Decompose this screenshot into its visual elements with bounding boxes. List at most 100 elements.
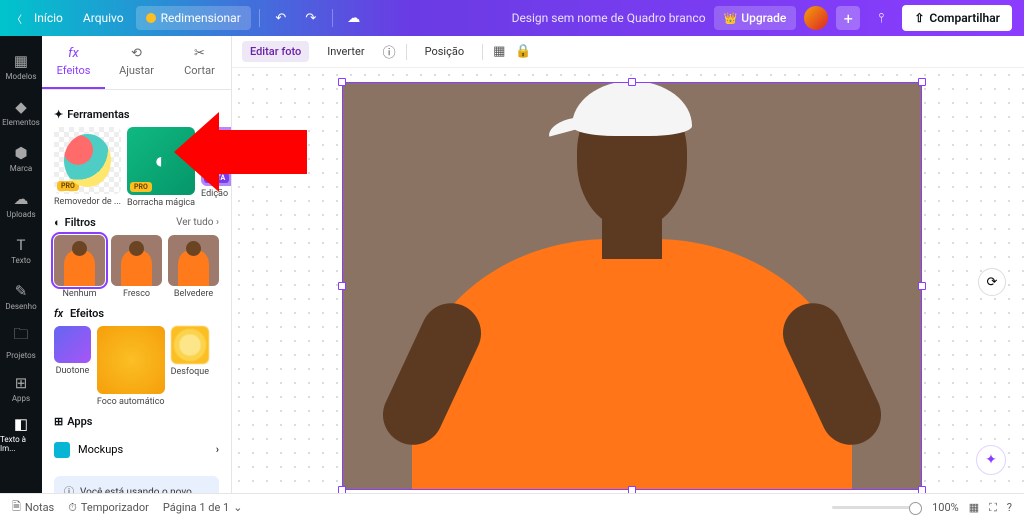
annotation-arrow xyxy=(212,130,307,174)
apps-icon: ⊞ xyxy=(54,415,63,428)
iconbar-label: Apps xyxy=(12,394,30,403)
resize-handle[interactable] xyxy=(628,486,636,493)
image-selection[interactable] xyxy=(342,82,922,490)
lock-icon[interactable]: 🔒 xyxy=(515,44,531,59)
info-icon: ⓘ xyxy=(64,486,74,493)
iconbar-uploads[interactable]: ☁ Uploads xyxy=(0,182,42,226)
design-title[interactable]: Design sem nome de Quadro branco xyxy=(512,11,706,25)
mockups-label: Mockups xyxy=(78,443,123,456)
cloud-sync-icon: ☁ xyxy=(341,5,367,31)
timer-button[interactable]: ⏱ Temporizador xyxy=(68,501,149,515)
tool-label: Removedor de ... xyxy=(54,197,121,207)
fullscreen-icon[interactable]: ⛶ xyxy=(989,501,997,515)
filters-title: Filtros xyxy=(65,216,96,229)
iconbar-icon: ☁ xyxy=(14,190,29,208)
resize-handle[interactable] xyxy=(918,486,926,493)
mockups-app[interactable]: Mockups › xyxy=(54,434,219,466)
transparency-icon[interactable]: ▦ xyxy=(493,44,505,59)
effect-label: Desfoque xyxy=(171,367,209,377)
resize-handle[interactable] xyxy=(628,78,636,86)
iconbar-icon: ◧ xyxy=(14,415,28,433)
upgrade-button[interactable]: Upgrade xyxy=(714,6,797,30)
iconbar-icon: ◆ xyxy=(15,98,27,116)
upgrade-label: Upgrade xyxy=(741,11,786,25)
tool-label: Borracha mágica xyxy=(127,198,195,208)
iconbar-texto[interactable]: TTexto xyxy=(0,228,42,272)
iconbar-elementos[interactable]: ◆ Elementos xyxy=(0,90,42,134)
fx-icon: fx xyxy=(54,307,63,320)
file-label: Arquivo xyxy=(83,11,124,25)
file-menu[interactable]: Arquivo xyxy=(75,6,132,30)
notes-button[interactable]: 🗎 Notas xyxy=(12,498,54,517)
redo-icon[interactable]: ↷ xyxy=(298,5,324,31)
chevron-right-icon: › xyxy=(216,443,219,456)
zoom-slider[interactable] xyxy=(832,506,922,509)
effect-desfoque[interactable]: Desfoque xyxy=(171,326,209,407)
effect-foco-automático[interactable]: Foco automático xyxy=(97,326,165,407)
iconbar-apps[interactable]: ⊞ Apps xyxy=(0,366,42,410)
iconbar-texto à im...[interactable]: ◧Texto à Im... xyxy=(0,412,42,456)
editor-notice: ⓘ Você está usando o novo editor de foto… xyxy=(54,476,219,493)
page-indicator[interactable]: Página 1 de 1 ⌄ xyxy=(163,501,243,514)
mockups-icon xyxy=(54,442,70,458)
iconbar-icon: ⬢ xyxy=(14,144,27,162)
undo-icon[interactable]: ↶ xyxy=(268,5,294,31)
iconbar-projetos[interactable]: 🗀Projetos xyxy=(0,320,42,364)
zoom-value[interactable]: 100% xyxy=(932,501,959,514)
share-button[interactable]: ⇧ Compartilhar xyxy=(902,5,1012,31)
effect-thumb xyxy=(54,326,91,363)
badge: PRO xyxy=(130,182,152,192)
iconbar-label: Projetos xyxy=(6,351,36,360)
help-icon[interactable]: ? xyxy=(1007,501,1012,514)
sparkle-icon: ✦ xyxy=(54,108,63,121)
canvas[interactable]: ⟳ ✦ xyxy=(232,68,1024,493)
avatar[interactable] xyxy=(804,6,828,30)
filter-belvedere[interactable]: Belvedere xyxy=(168,235,219,299)
resize-handle[interactable] xyxy=(918,78,926,86)
comment-button[interactable]: ⟳ xyxy=(978,268,1006,296)
effects-title: Efeitos xyxy=(70,307,104,320)
home-menu[interactable]: Início xyxy=(26,6,71,30)
iconbar-icon: ⊞ xyxy=(15,374,28,392)
filter-thumb xyxy=(111,235,162,286)
resize-handle[interactable] xyxy=(918,282,926,290)
iconbar-label: Elementos xyxy=(2,118,40,127)
iconbar-label: Uploads xyxy=(6,210,35,219)
position-button[interactable]: Posição xyxy=(417,41,473,62)
resize-button[interactable]: Redimensionar xyxy=(136,6,251,30)
iconbar-modelos[interactable]: ▦Modelos xyxy=(0,44,42,88)
panel-tab-ajustar[interactable]: ⟲Ajustar xyxy=(105,36,168,89)
tools-title: Ferramentas xyxy=(67,108,129,121)
iconbar-marca[interactable]: ⬢ Marca xyxy=(0,136,42,180)
iconbar-label: Marca xyxy=(10,164,33,173)
effect-thumb xyxy=(171,326,209,364)
tool-thumb: PRO xyxy=(54,127,121,194)
filter-nenhum[interactable]: Nenhum xyxy=(54,235,105,299)
tab-icon: fx xyxy=(68,46,79,61)
chevron-left-icon[interactable]: 〈 xyxy=(12,11,22,26)
info-icon[interactable]: ⓘ xyxy=(383,42,396,61)
iconbar-desenho[interactable]: ✎Desenho xyxy=(0,274,42,318)
add-member-button[interactable]: + xyxy=(836,6,860,30)
tool-removedor-de-[interactable]: PRO Removedor de ... xyxy=(54,127,121,208)
iconbar-icon: T xyxy=(17,236,26,254)
filter-fresco[interactable]: Fresco xyxy=(111,235,162,299)
edit-photo-button[interactable]: Editar foto xyxy=(242,41,309,62)
panel-tab-cortar[interactable]: ✂Cortar xyxy=(168,36,231,89)
photo-content xyxy=(343,83,921,489)
share-label: Compartilhar xyxy=(929,11,1000,25)
invert-button[interactable]: Inverter xyxy=(319,41,372,62)
see-all-filters[interactable]: Ver tudo › xyxy=(176,217,219,228)
resize-handle[interactable] xyxy=(338,78,346,86)
grid-view-icon[interactable]: ▦ xyxy=(969,501,979,514)
resize-handle[interactable] xyxy=(338,486,346,493)
filter-label: Belvedere xyxy=(168,289,219,299)
resize-label: Redimensionar xyxy=(161,11,241,25)
filter-label: Fresco xyxy=(111,289,162,299)
resize-handle[interactable] xyxy=(338,282,346,290)
effect-duotone[interactable]: Duotone xyxy=(54,326,91,407)
insights-icon[interactable]: ⫯ xyxy=(868,5,894,31)
magic-button[interactable]: ✦ xyxy=(976,445,1006,475)
panel-tab-efeitos[interactable]: fxEfeitos xyxy=(42,36,105,89)
iconbar-label: Desenho xyxy=(5,302,36,311)
